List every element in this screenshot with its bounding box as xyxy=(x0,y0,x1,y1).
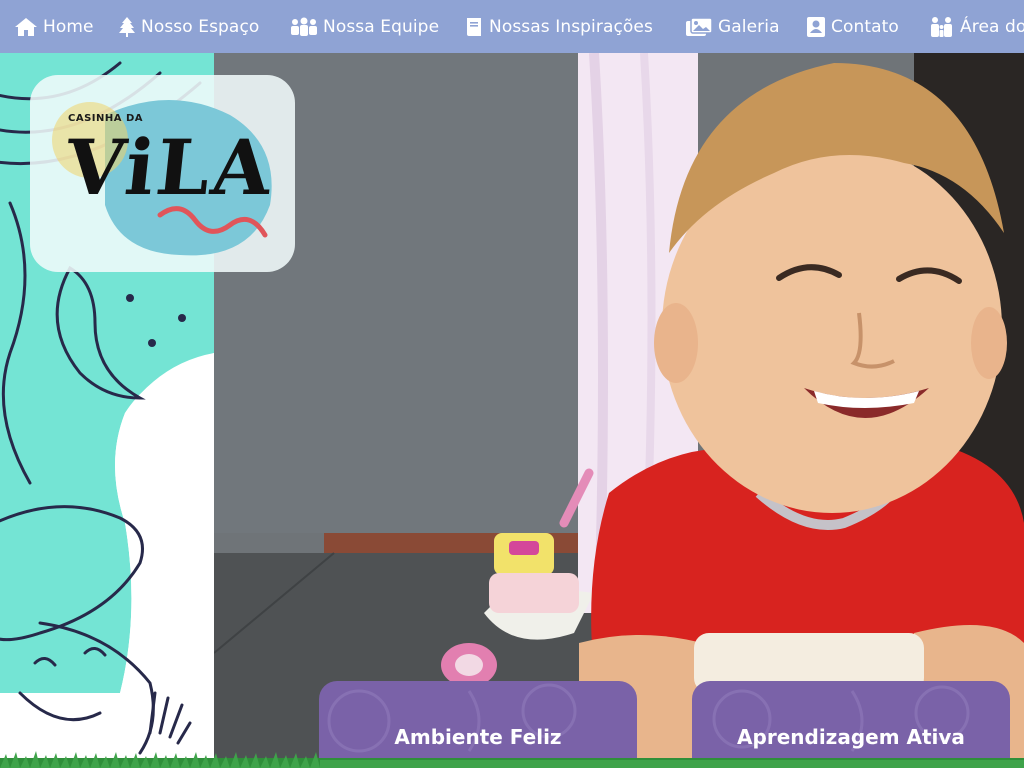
top-navigation: Home Nosso Espaço Nossa Equipe Nossas In… xyxy=(0,0,1024,53)
child-photo-illustration xyxy=(214,53,1024,768)
hero-photo xyxy=(214,53,1024,768)
nav-item-contato[interactable]: Contato xyxy=(806,0,899,53)
nav-item-home[interactable]: Home xyxy=(14,0,94,53)
nav-label: Nosso Espaço xyxy=(141,16,260,37)
card-title: Ambiente Feliz xyxy=(394,725,562,749)
nav-item-nosso-espaco[interactable]: Nosso Espaço xyxy=(118,0,259,53)
nav-item-galeria[interactable]: Galeria xyxy=(685,0,780,53)
book-icon xyxy=(467,17,481,36)
nav-item-nossa-equipe[interactable]: Nossa Equipe xyxy=(290,0,439,53)
grass-border xyxy=(0,751,1024,768)
nav-label: Nossa Equipe xyxy=(323,16,440,37)
people-icon xyxy=(291,17,317,36)
home-icon xyxy=(15,17,37,36)
nav-label: Contato xyxy=(831,16,899,37)
tree-icon xyxy=(119,16,135,37)
family-icon xyxy=(931,16,952,37)
nav-label: Galeria xyxy=(718,16,780,37)
card-title: Aprendizagem Ativa xyxy=(737,725,965,749)
nav-label: Área do xyxy=(960,16,1024,37)
nav-label: Nossas Inspirações xyxy=(489,16,653,37)
nav-item-nossas-inspiracoes[interactable]: Nossas Inspirações xyxy=(464,0,653,53)
site-logo[interactable]: CASINHA DA ViLA xyxy=(30,75,295,272)
nav-label: Home xyxy=(43,16,94,37)
images-icon xyxy=(686,16,713,36)
logo-line-2: ViLA xyxy=(61,123,278,212)
nav-item-area-dos-pais[interactable]: Área do xyxy=(929,0,1024,53)
contact-card-icon xyxy=(807,16,825,37)
